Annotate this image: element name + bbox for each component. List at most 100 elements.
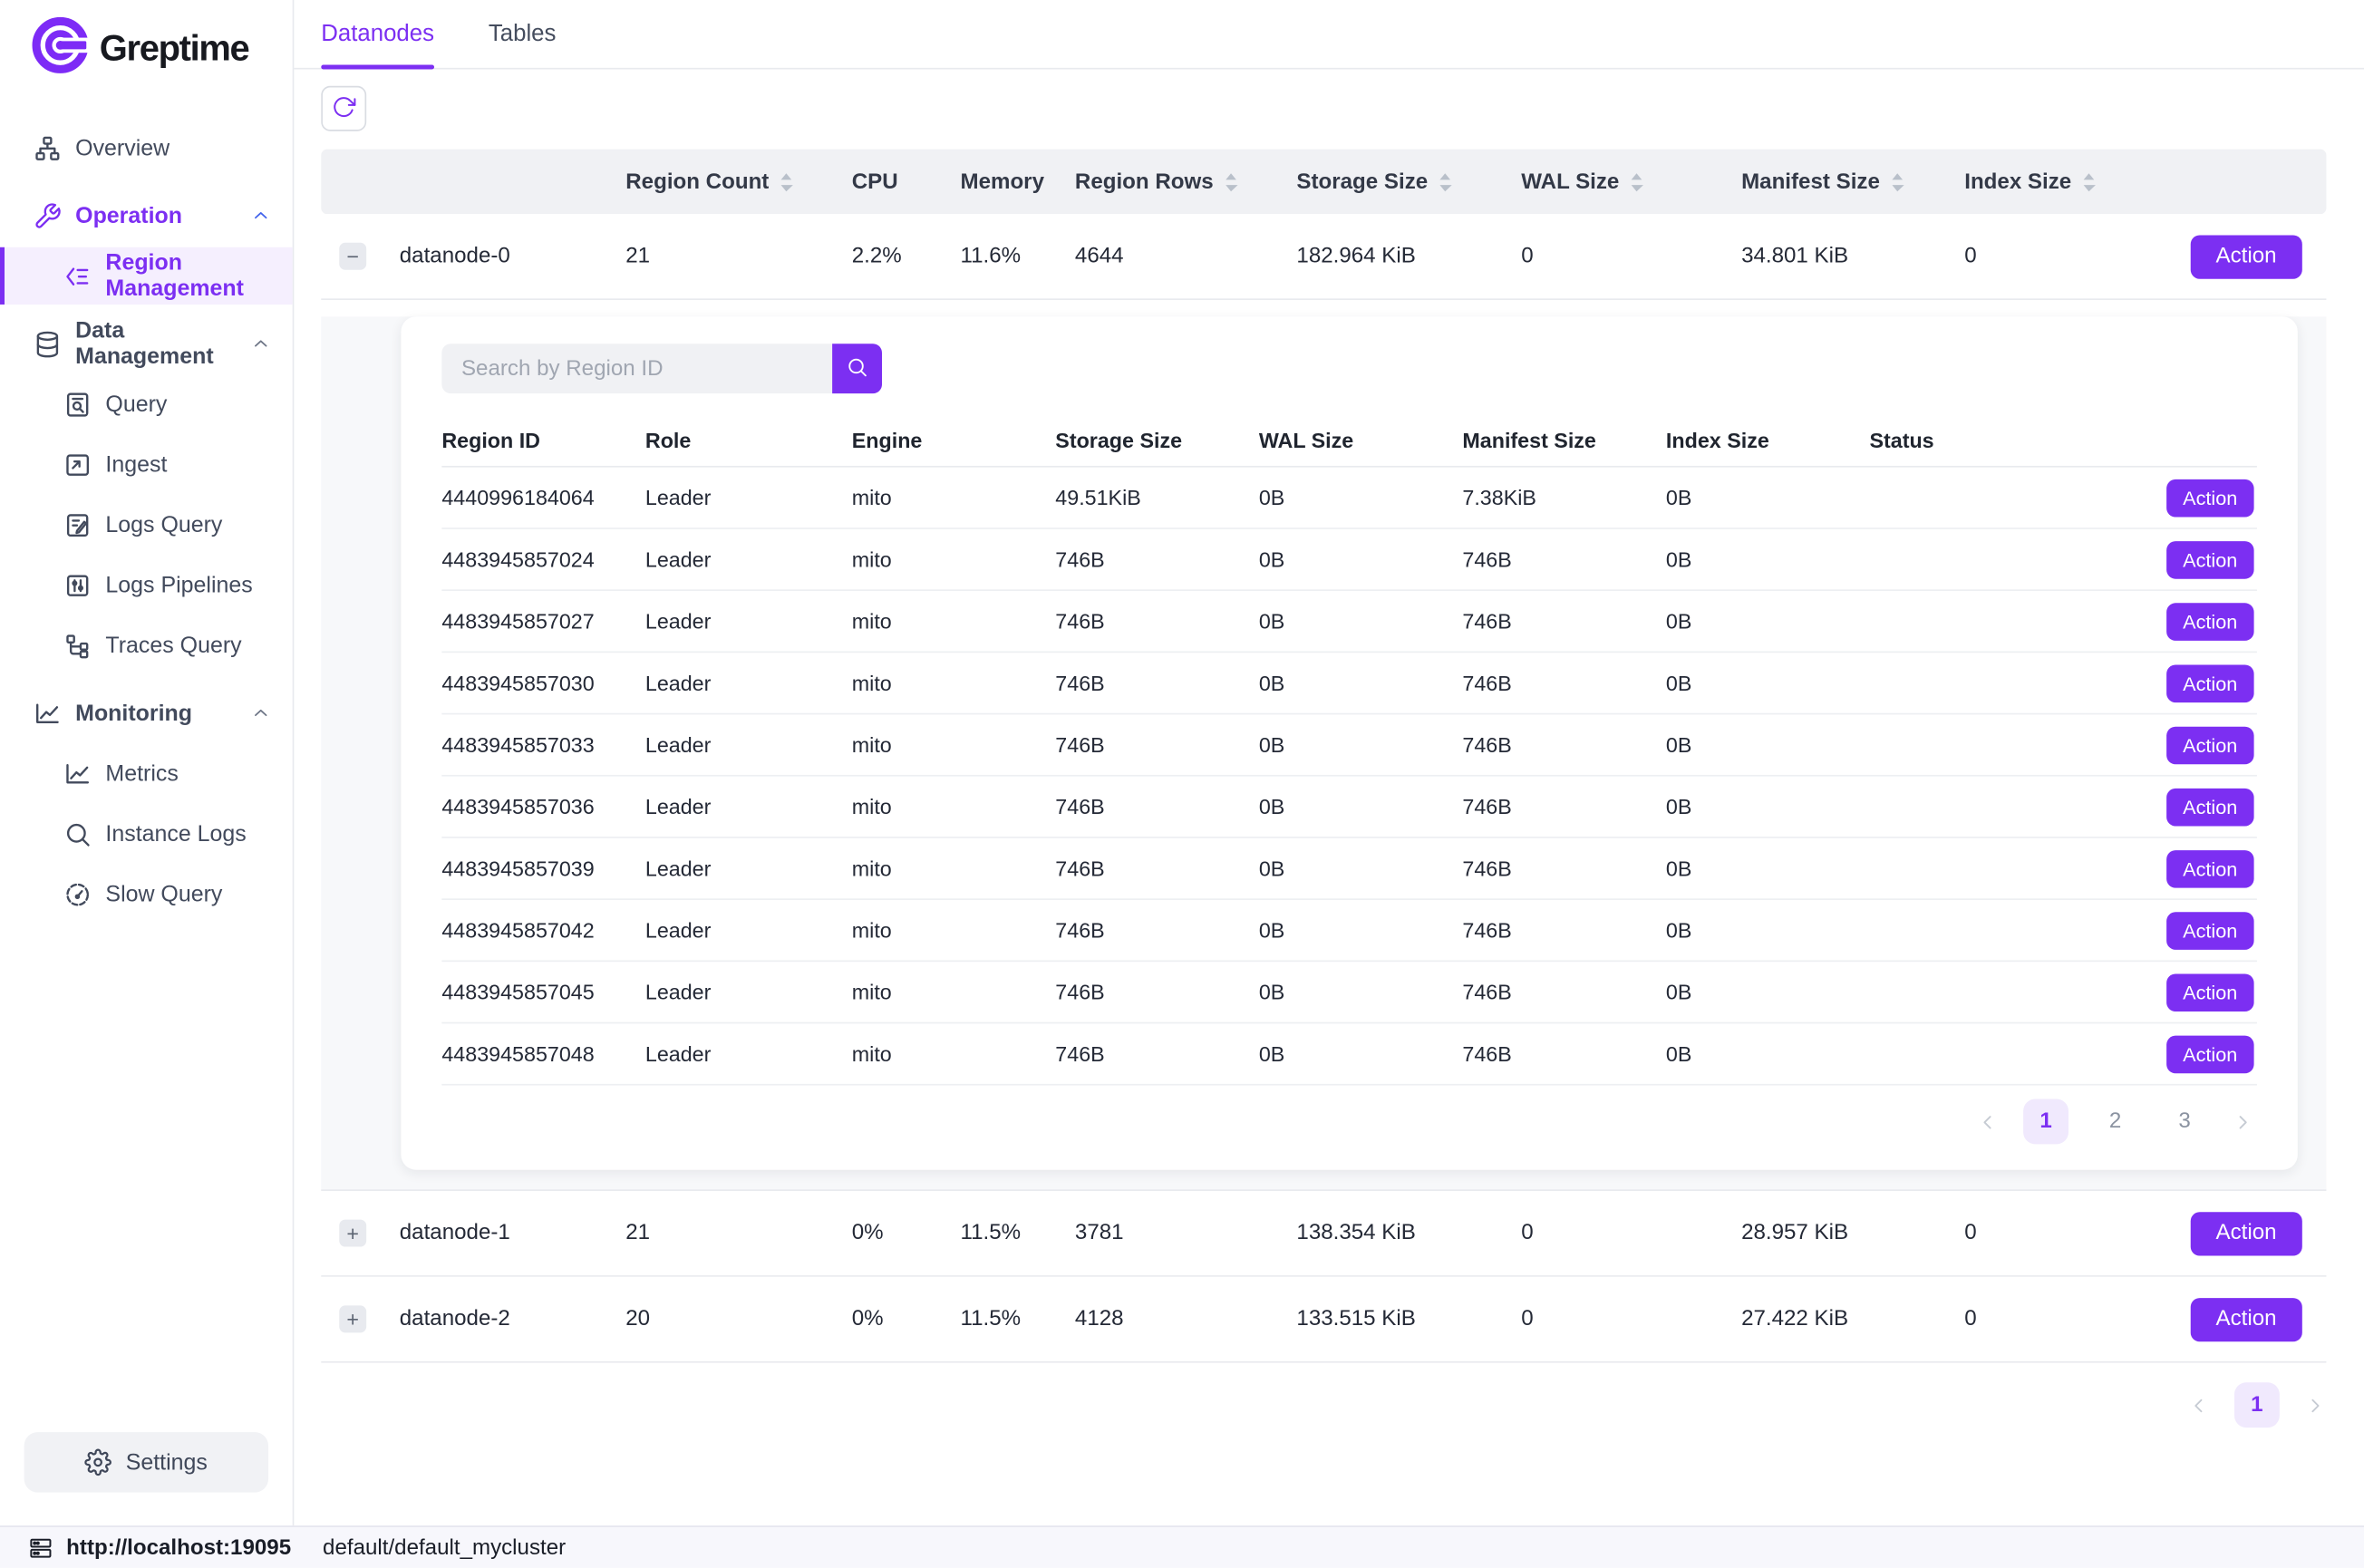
sort-icon[interactable] bbox=[1224, 171, 1237, 192]
region-action-button[interactable]: Action bbox=[2166, 973, 2254, 1011]
search-icon bbox=[846, 355, 868, 382]
region-cell-role: Leader bbox=[645, 732, 852, 757]
logs-pipelines-icon bbox=[63, 571, 92, 600]
region-action-button[interactable]: Action bbox=[2166, 479, 2254, 517]
region-cell-wal-size: 0B bbox=[1259, 980, 1463, 1004]
sidebar-item-logs-pipelines[interactable]: Logs Pipelines bbox=[0, 557, 293, 614]
region-cell-wal-size: 0B bbox=[1259, 795, 1463, 819]
app-window: Greptime Overview OperationRegion Managem… bbox=[0, 0, 2364, 1568]
region-cell-role: Leader bbox=[645, 486, 852, 510]
column-header-storage-size: Storage Size bbox=[1296, 169, 1521, 194]
region-action-button[interactable]: Action bbox=[2166, 540, 2254, 578]
tab-datanodes[interactable]: Datanodes bbox=[321, 0, 434, 68]
region-action-button[interactable]: Action bbox=[2166, 849, 2254, 887]
tab-label: Tables bbox=[489, 20, 557, 47]
region-cell-index-size: 0B bbox=[1666, 980, 1870, 1004]
sidebar-item-data-management[interactable]: Data Management bbox=[0, 315, 293, 373]
region-cell-region-id: 4483945857045 bbox=[441, 980, 645, 1004]
cell-cpu: 0% bbox=[852, 1307, 961, 1331]
region-action-button[interactable]: Action bbox=[2166, 664, 2254, 702]
region-cell-engine: mito bbox=[852, 1041, 1056, 1066]
expand-row-button[interactable]: + bbox=[339, 1305, 366, 1332]
page-2[interactable]: 2 bbox=[2093, 1099, 2138, 1145]
region-column-storage-size: Storage Size bbox=[1055, 428, 1259, 452]
sidebar-item-slow-query[interactable]: Slow Query bbox=[0, 866, 293, 923]
cell-manifest-size: 27.422 KiB bbox=[1741, 1307, 1964, 1331]
region-action-cell: Action bbox=[2050, 653, 2257, 713]
expand-row-button[interactable]: + bbox=[339, 1220, 366, 1247]
region-cell-region-id: 4483945857033 bbox=[441, 732, 645, 757]
sidebar-item-operation[interactable]: Operation bbox=[0, 187, 293, 244]
region-action-button[interactable]: Action bbox=[2166, 602, 2254, 640]
action-button[interactable]: Action bbox=[2190, 1297, 2302, 1341]
column-header-label: Index Size bbox=[1964, 169, 2071, 194]
region-cell-storage-size: 746B bbox=[1055, 732, 1259, 757]
region-action-button[interactable]: Action bbox=[2166, 788, 2254, 826]
traces-icon bbox=[63, 631, 92, 660]
greptime-logo-icon bbox=[30, 15, 91, 83]
page-3[interactable]: 3 bbox=[2162, 1099, 2207, 1145]
region-cell-engine: mito bbox=[852, 609, 1056, 634]
action-button[interactable]: Action bbox=[2190, 235, 2302, 278]
chevron-left-icon[interactable] bbox=[2187, 1394, 2210, 1417]
sidebar-item-overview[interactable]: Overview bbox=[0, 119, 293, 176]
sort-icon[interactable] bbox=[1439, 171, 1452, 192]
region-column-role: Role bbox=[645, 428, 852, 452]
sidebar-item-region-management[interactable]: Region Management bbox=[0, 247, 293, 305]
refresh-button[interactable] bbox=[321, 86, 366, 131]
region-cell-engine: mito bbox=[852, 732, 1056, 757]
cell-cpu: 2.2% bbox=[852, 244, 961, 268]
sort-icon[interactable] bbox=[780, 171, 793, 192]
sidebar-nav: Overview OperationRegion Management Data M… bbox=[0, 116, 293, 1432]
sidebar-item-label: Logs Pipelines bbox=[105, 572, 252, 597]
action-button[interactable]: Action bbox=[2190, 1211, 2302, 1254]
active-tab-underline bbox=[321, 65, 434, 70]
wrench-icon bbox=[34, 201, 63, 230]
region-action-cell: Action bbox=[2050, 591, 2257, 652]
region-cell-index-size: 0B bbox=[1666, 1041, 1870, 1066]
cell-wal-size: 0 bbox=[1521, 1221, 1741, 1245]
sidebar-item-monitoring[interactable]: Monitoring bbox=[0, 684, 293, 741]
sort-icon[interactable] bbox=[2082, 171, 2096, 192]
region-cell-storage-size: 746B bbox=[1055, 547, 1259, 572]
tab-tables[interactable]: Tables bbox=[489, 0, 557, 68]
sidebar-item-metrics[interactable]: Metrics bbox=[0, 745, 293, 802]
chevron-right-icon[interactable] bbox=[2303, 1394, 2326, 1417]
region-cell-wal-size: 0B bbox=[1259, 732, 1463, 757]
region-action-button[interactable]: Action bbox=[2166, 1035, 2254, 1073]
region-row: 4483945857048Leadermito746B0B746B0BActio… bbox=[441, 1023, 2257, 1085]
region-cell-wal-size: 0B bbox=[1259, 486, 1463, 510]
sidebar-item-traces-query[interactable]: Traces Query bbox=[0, 616, 293, 673]
region-action-button[interactable]: Action bbox=[2166, 911, 2254, 949]
page-1[interactable]: 1 bbox=[2023, 1099, 2068, 1145]
sidebar-item-ingest[interactable]: Ingest bbox=[0, 436, 293, 493]
action-cell: Action bbox=[2186, 1191, 2327, 1275]
sidebar-item-instance-logs[interactable]: Instance Logs bbox=[0, 805, 293, 862]
region-cell-manifest-size: 746B bbox=[1462, 980, 1666, 1004]
settings-button[interactable]: Settings bbox=[24, 1432, 268, 1493]
sidebar-item-query[interactable]: Query bbox=[0, 375, 293, 432]
region-column-engine: Engine bbox=[852, 428, 1056, 452]
region-action-button[interactable]: Action bbox=[2166, 726, 2254, 764]
region-table-header: Region IDRoleEngineStorage SizeWAL SizeM… bbox=[441, 414, 2257, 467]
chevron-right-icon[interactable] bbox=[2232, 1110, 2254, 1133]
sort-icon[interactable] bbox=[1630, 171, 1643, 192]
query-icon bbox=[63, 390, 92, 419]
column-header-index-size: Index Size bbox=[1964, 169, 2186, 194]
brand-name: Greptime bbox=[100, 28, 249, 71]
sidebar-item-logs-query[interactable]: Logs Query bbox=[0, 496, 293, 553]
region-cell-storage-size: 746B bbox=[1055, 857, 1259, 881]
sidebar-item-label: Data Management bbox=[75, 318, 237, 370]
region-cell-wal-size: 0B bbox=[1259, 609, 1463, 634]
page-1[interactable]: 1 bbox=[2234, 1382, 2280, 1428]
sort-icon[interactable] bbox=[1891, 171, 1904, 192]
chevron-up-icon bbox=[250, 334, 271, 354]
sidebar: Greptime Overview OperationRegion Managem… bbox=[0, 0, 294, 1525]
chevron-left-icon[interactable] bbox=[1977, 1110, 2000, 1133]
region-search-input[interactable] bbox=[441, 344, 832, 393]
cell-memory: 11.6% bbox=[961, 244, 1075, 268]
region-cell-role: Leader bbox=[645, 918, 852, 943]
collapse-row-button[interactable]: − bbox=[339, 243, 366, 270]
region-search-button[interactable] bbox=[832, 344, 882, 393]
region-cell-region-id: 4483945857036 bbox=[441, 795, 645, 819]
